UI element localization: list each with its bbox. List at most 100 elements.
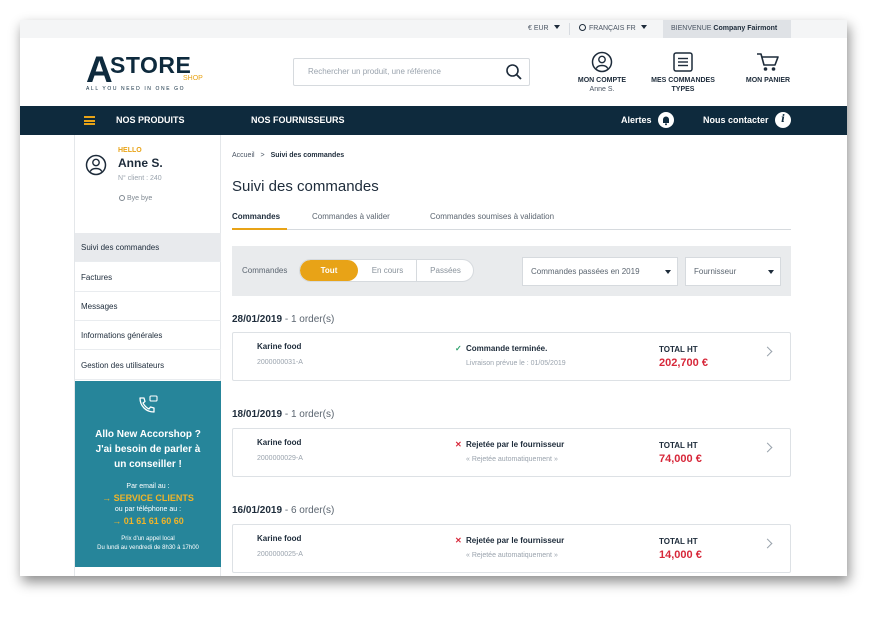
sidebar-item-users[interactable]: Gestion des utilisateurs [75, 351, 221, 380]
breadcrumb-home[interactable]: Accueil [232, 152, 255, 159]
user-circle-icon [591, 51, 613, 73]
company-name: Company Fairmont [713, 25, 778, 32]
segment-in-progress[interactable]: En cours [360, 260, 415, 281]
currency-selector[interactable]: € EUR [528, 20, 560, 38]
astore-logo[interactable]: A STORE SHOP ALL YOU NEED IN ONE GO [86, 50, 216, 94]
order-card[interactable]: Karine food 2000000029-A ✕ Rejetée par l… [232, 428, 791, 477]
segment-past[interactable]: Passées [417, 260, 473, 281]
order-date: 28/01/2019 [232, 314, 283, 325]
search-icon[interactable] [505, 63, 523, 81]
orders-label-2: TYPES [671, 86, 695, 93]
divider [569, 23, 570, 35]
language-label: FRANÇAIS FR [589, 25, 636, 32]
globe-icon [579, 24, 586, 31]
user-name: Anne S. [118, 156, 163, 170]
close-icon: ✕ [455, 440, 462, 449]
status-segmented-control: Tout En cours Passées [299, 259, 474, 282]
chevron-right-icon[interactable] [762, 538, 773, 549]
sidebar-item-orders[interactable]: Suivi des commandes [75, 233, 221, 262]
browser-page: € EUR FRANÇAIS FR BIENVENUE Company Fair… [20, 20, 847, 576]
close-icon: ✕ [455, 536, 462, 545]
search-bar: Rechercher un produit, une référence [293, 58, 530, 86]
order-templates-button[interactable]: MES COMMANDES TYPES [646, 51, 720, 94]
order-total: 74,000 € [659, 453, 702, 465]
logo-tagline: ALL YOU NEED IN ONE GO [86, 86, 186, 92]
order-date: 18/01/2019 [232, 409, 283, 420]
language-selector[interactable]: FRANÇAIS FR [579, 20, 647, 38]
tab-submitted[interactable]: Commandes soumises à validation [430, 212, 554, 221]
period-select-value: Commandes passées en 2019 [531, 267, 640, 276]
cart-button[interactable]: MON PANIER [738, 51, 798, 85]
active-tab-indicator [232, 228, 287, 230]
power-icon [119, 195, 125, 201]
info-icon[interactable]: i [775, 112, 791, 128]
main-nav: NOS PRODUITS NOS FOURNISSEURS Alertes No… [20, 106, 847, 135]
order-group-header: 28/01/2019 - 1 order(s) [232, 314, 334, 325]
period-select[interactable]: Commandes passées en 2019 [522, 257, 678, 286]
order-status-detail: Livraison prévue le : 01/05/2019 [466, 360, 566, 367]
order-supplier: Karine food [257, 342, 302, 351]
chevron-down-icon [768, 270, 774, 274]
bell-icon[interactable] [658, 112, 674, 128]
contact-promo: Allo New Accorshop ? J'ai besoin de parl… [75, 381, 221, 567]
logo-letter: A [86, 49, 113, 90]
order-reference: 2000000025-A [257, 551, 303, 558]
supplier-select[interactable]: Fournisseur [685, 257, 781, 286]
promo-phone-label: ou par téléphone au : [114, 506, 182, 513]
order-status: Commande terminée. [466, 344, 548, 353]
sidebar-item-invoices[interactable]: Factures [75, 263, 221, 292]
promo-hours: Du lundi au vendredi de 8h30 à 17h00 [97, 545, 199, 551]
order-total: 202,700 € [659, 357, 708, 369]
chevron-down-icon [665, 270, 671, 274]
order-count: - 1 order(s) [284, 409, 335, 420]
nav-products[interactable]: NOS PRODUITS [116, 106, 185, 135]
nav-contact[interactable]: Nous contacter [703, 106, 769, 135]
cart-label: MON PANIER [745, 77, 791, 84]
promo-title-line: Allo New Accorshop ? [95, 429, 201, 440]
account-sidebar: HELLO Anne S. N° client : 240 Bye bye Su… [74, 135, 221, 576]
tab-orders[interactable]: Commandes [232, 212, 280, 221]
chevron-right-icon[interactable] [762, 442, 773, 453]
breadcrumb-separator: > [260, 152, 265, 159]
filter-label: Commandes [242, 266, 288, 275]
nav-suppliers[interactable]: NOS FOURNISSEURS [251, 106, 345, 135]
segment-all[interactable]: Tout [300, 260, 358, 281]
promo-title: Allo New Accorshop ? J'ai besoin de parl… [75, 427, 221, 472]
breadcrumb: Accueil > Suivi des commandes [232, 152, 344, 159]
account-label: MON COMPTE [577, 77, 627, 84]
order-tabs: Commandes Commandes à valider Commandes … [232, 210, 791, 230]
breadcrumb-current: Suivi des commandes [270, 152, 345, 159]
list-icon [673, 52, 693, 72]
chevron-right-icon[interactable] [762, 346, 773, 357]
account-button[interactable]: MON COMPTE Anne S. [573, 51, 631, 94]
orders-label-1: MES COMMANDES [651, 77, 715, 84]
search-input[interactable]: Rechercher un produit, une référence [308, 59, 441, 85]
nav-alerts[interactable]: Alertes [621, 106, 652, 135]
supplier-select-value: Fournisseur [694, 267, 737, 276]
cart-icon [757, 53, 779, 71]
order-status: Rejetée par le fournisseur [466, 536, 565, 545]
check-icon: ✓ [455, 344, 462, 353]
order-total-label: TOTAL HT [659, 345, 698, 354]
tab-to-validate[interactable]: Commandes à valider [312, 212, 390, 221]
service-clients-link[interactable]: → SERVICE CLIENTS [75, 492, 221, 504]
order-card[interactable]: Karine food 2000000025-A ✕ Rejetée par l… [232, 524, 791, 573]
order-reference: 2000000031-A [257, 359, 303, 366]
order-count: - 1 order(s) [284, 314, 335, 325]
sidebar-item-messages[interactable]: Messages [75, 292, 221, 321]
service-clients-label: SERVICE CLIENTS [113, 493, 194, 503]
logout-link[interactable]: Bye bye [119, 195, 152, 202]
order-card[interactable]: Karine food 2000000031-A ✓ Commande term… [232, 332, 791, 381]
chevron-down-icon [640, 25, 647, 29]
hello-label: HELLO [118, 147, 142, 154]
arrow-right-icon: → [102, 493, 114, 503]
arrow-right-icon: → [112, 516, 124, 526]
menu-icon[interactable] [84, 116, 95, 125]
chevron-down-icon [553, 25, 560, 29]
order-status-detail: « Rejetée automatiquement » [466, 552, 558, 559]
order-count: - 6 order(s) [284, 505, 335, 516]
promo-title-line: un conseiller ! [114, 459, 182, 470]
phone-number-link[interactable]: → 01 61 61 60 60 [75, 515, 221, 527]
sidebar-item-general-info[interactable]: Informations générales [75, 321, 221, 350]
promo-price: Prix d'un appel local [121, 536, 175, 542]
